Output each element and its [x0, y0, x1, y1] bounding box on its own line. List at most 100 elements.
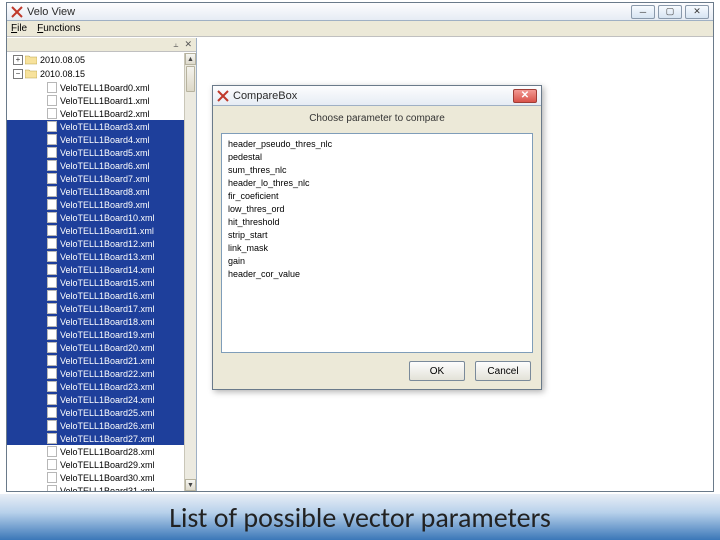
list-option[interactable]: header_cor_value — [228, 268, 526, 281]
scroll-up-button[interactable]: ▲ — [185, 53, 196, 65]
menu-file[interactable]: File — [11, 23, 27, 34]
tree-scrollbar[interactable]: ▲ ▼ — [184, 53, 196, 491]
menubar: File Functions — [7, 21, 713, 37]
tree-leaf[interactable]: VeloTELL1Board2.xml — [7, 107, 184, 120]
file-icon — [47, 108, 57, 119]
list-option[interactable]: fir_coeficient — [228, 190, 526, 203]
dialog-close-button[interactable]: ✕ — [513, 89, 537, 103]
cancel-button[interactable]: Cancel — [475, 361, 531, 381]
file-icon — [47, 433, 57, 444]
tree-leaf[interactable]: VeloTELL1Board17.xml — [7, 302, 184, 315]
tree-leaf[interactable]: VeloTELL1Board20.xml — [7, 341, 184, 354]
file-icon — [47, 238, 57, 249]
file-icon — [47, 212, 57, 223]
minimize-button[interactable]: ─ — [631, 5, 655, 19]
expander-icon[interactable]: + — [13, 55, 23, 65]
file-icon — [47, 394, 57, 405]
tree-leaf[interactable]: VeloTELL1Board7.xml — [7, 172, 184, 185]
tree-leaf[interactable]: VeloTELL1Board31.xml — [7, 484, 184, 491]
file-icon — [47, 160, 57, 171]
tree-leaf[interactable]: VeloTELL1Board4.xml — [7, 133, 184, 146]
app-x-icon — [11, 6, 23, 18]
list-option[interactable]: hit_threshold — [228, 216, 526, 229]
dock-pin-icon[interactable]: ⫠ — [173, 39, 178, 50]
list-option[interactable]: low_thres_ord — [228, 203, 526, 216]
dialog-x-icon — [217, 90, 229, 102]
tree-leaf[interactable]: VeloTELL1Board30.xml — [7, 471, 184, 484]
tree-leaf[interactable]: VeloTELL1Board5.xml — [7, 146, 184, 159]
tree-leaf[interactable]: VeloTELL1Board3.xml — [7, 120, 184, 133]
tree-leaf-label: VeloTELL1Board30.xml — [60, 473, 155, 483]
tree-leaf-label: VeloTELL1Board13.xml — [60, 252, 155, 262]
scroll-thumb[interactable] — [186, 66, 195, 92]
tree-leaf[interactable]: VeloTELL1Board12.xml — [7, 237, 184, 250]
tree-leaf[interactable]: VeloTELL1Board21.xml — [7, 354, 184, 367]
list-option[interactable]: pedestal — [228, 151, 526, 164]
tree-leaf[interactable]: VeloTELL1Board13.xml — [7, 250, 184, 263]
expander-icon[interactable]: − — [13, 69, 23, 79]
file-icon — [47, 459, 57, 470]
menu-functions[interactable]: Functions — [37, 23, 80, 34]
tree-leaf[interactable]: VeloTELL1Board22.xml — [7, 367, 184, 380]
close-button[interactable]: ✕ — [685, 5, 709, 19]
tree-leaf[interactable]: VeloTELL1Board23.xml — [7, 380, 184, 393]
list-option[interactable]: strip_start — [228, 229, 526, 242]
tree-leaf[interactable]: VeloTELL1Board16.xml — [7, 289, 184, 302]
ok-button[interactable]: OK — [409, 361, 465, 381]
tree-leaf-label: VeloTELL1Board31.xml — [60, 486, 155, 492]
tree-leaf[interactable]: VeloTELL1Board24.xml — [7, 393, 184, 406]
file-icon — [47, 407, 57, 418]
dock-close-icon[interactable]: ✕ — [184, 39, 192, 50]
tree-leaf[interactable]: VeloTELL1Board9.xml — [7, 198, 184, 211]
file-icon — [47, 472, 57, 483]
tree-leaf[interactable]: VeloTELL1Board8.xml — [7, 185, 184, 198]
tree-leaf-label: VeloTELL1Board16.xml — [60, 291, 155, 301]
tree-leaf[interactable]: VeloTELL1Board28.xml — [7, 445, 184, 458]
file-icon — [47, 173, 57, 184]
tree-leaf[interactable]: VeloTELL1Board18.xml — [7, 315, 184, 328]
list-option[interactable]: gain — [228, 255, 526, 268]
dialog-titlebar[interactable]: CompareBox ✕ — [213, 86, 541, 106]
caption-band: List of possible vector parameters — [0, 494, 720, 540]
tree-leaf[interactable]: VeloTELL1Board25.xml — [7, 406, 184, 419]
tree-leaf[interactable]: VeloTELL1Board0.xml — [7, 81, 184, 94]
maximize-button[interactable]: ▢ — [658, 5, 682, 19]
list-option[interactable]: link_mask — [228, 242, 526, 255]
tree-node[interactable]: +2010.08.05 — [7, 53, 184, 67]
tree-leaf-label: VeloTELL1Board5.xml — [60, 148, 150, 158]
tree-leaf[interactable]: VeloTELL1Board26.xml — [7, 419, 184, 432]
tree-leaf[interactable]: VeloTELL1Board10.xml — [7, 211, 184, 224]
tree-leaf-label: VeloTELL1Board14.xml — [60, 265, 155, 275]
tree-leaf[interactable]: VeloTELL1Board14.xml — [7, 263, 184, 276]
file-icon — [47, 264, 57, 275]
parameter-listbox[interactable]: header_pseudo_thres_nlcpedestalsum_thres… — [221, 133, 533, 353]
treeview[interactable]: +2010.08.05−2010.08.15VeloTELL1Board0.xm… — [7, 53, 184, 491]
file-icon — [47, 277, 57, 288]
scroll-down-button[interactable]: ▼ — [185, 479, 196, 491]
dialog-body: Choose parameter to compare header_pseud… — [217, 107, 537, 385]
file-icon — [47, 134, 57, 145]
tree-leaf[interactable]: VeloTELL1Board15.xml — [7, 276, 184, 289]
tree-leaf-label: VeloTELL1Board26.xml — [60, 421, 155, 431]
file-icon — [47, 355, 57, 366]
file-icon — [47, 186, 57, 197]
file-icon — [47, 316, 57, 327]
file-icon — [47, 225, 57, 236]
tree-leaf[interactable]: VeloTELL1Board29.xml — [7, 458, 184, 471]
list-option[interactable]: header_pseudo_thres_nlc — [228, 138, 526, 151]
tree-leaf[interactable]: VeloTELL1Board27.xml — [7, 432, 184, 445]
tree-leaf[interactable]: VeloTELL1Board19.xml — [7, 328, 184, 341]
tree-node[interactable]: −2010.08.15 — [7, 67, 184, 81]
file-icon — [47, 290, 57, 301]
tree-leaf-label: VeloTELL1Board19.xml — [60, 330, 155, 340]
tree-leaf[interactable]: VeloTELL1Board11.xml — [7, 224, 184, 237]
tree-leaf-label: VeloTELL1Board1.xml — [60, 96, 150, 106]
caption-text: List of possible vector parameters — [169, 500, 551, 535]
list-option[interactable]: header_lo_thres_nlc — [228, 177, 526, 190]
tree-leaf[interactable]: VeloTELL1Board1.xml — [7, 94, 184, 107]
dialog-prompt: Choose parameter to compare — [217, 107, 537, 128]
list-option[interactable]: sum_thres_nlc — [228, 164, 526, 177]
main-titlebar[interactable]: Velo View ─ ▢ ✕ — [7, 3, 713, 21]
tree-dock: ⫠ ✕ +2010.08.05−2010.08.15VeloTELL1Board… — [7, 38, 197, 491]
tree-leaf[interactable]: VeloTELL1Board6.xml — [7, 159, 184, 172]
